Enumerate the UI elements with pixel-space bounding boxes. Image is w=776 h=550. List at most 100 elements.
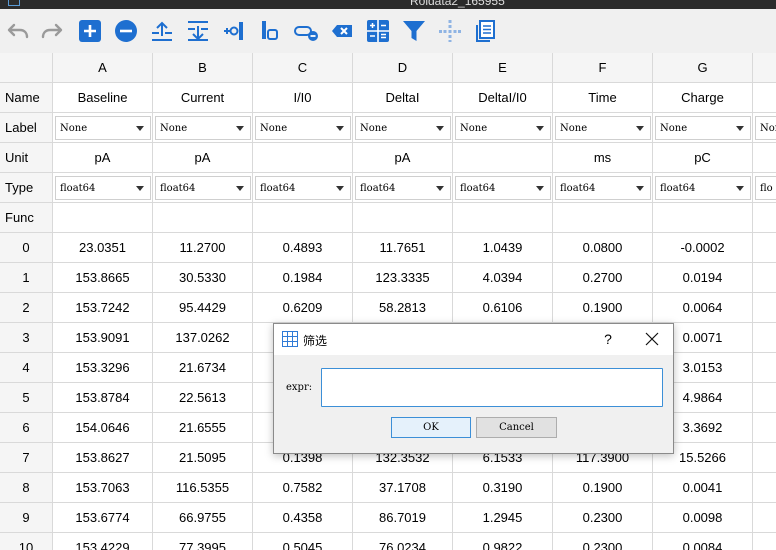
table-cell[interactable]: 37.1708	[353, 473, 453, 503]
table-cell[interactable]: 21.6734	[153, 353, 253, 383]
table-cell[interactable]: -0.0002	[653, 233, 753, 263]
table-cell[interactable]: 4.0394	[453, 263, 553, 293]
table-cell[interactable]: 153.8784	[53, 383, 153, 413]
table-cell-partial[interactable]	[753, 473, 776, 503]
label-select[interactable]: None	[155, 116, 251, 140]
close-icon[interactable]	[642, 329, 662, 349]
help-button[interactable]: ?	[600, 329, 616, 349]
type-select[interactable]: float64	[455, 176, 551, 200]
table-cell[interactable]: 0.0064	[653, 293, 753, 323]
copy-icon[interactable]	[472, 17, 500, 45]
name-cell[interactable]: Time	[553, 83, 653, 113]
column-header-a[interactable]: A	[53, 53, 153, 83]
column-header-g[interactable]: G	[653, 53, 753, 83]
table-cell[interactable]: 66.9755	[153, 503, 253, 533]
type-select[interactable]: float64	[555, 176, 651, 200]
table-cell[interactable]: 153.7063	[53, 473, 153, 503]
cancel-button[interactable]: Cancel	[476, 417, 557, 438]
table-cell[interactable]: 58.2813	[353, 293, 453, 323]
table-cell[interactable]: 21.6555	[153, 413, 253, 443]
table-cell[interactable]: 0.0800	[553, 233, 653, 263]
ok-button[interactable]: OK	[391, 417, 471, 438]
table-cell[interactable]: 1.2945	[453, 503, 553, 533]
label-select[interactable]: None	[455, 116, 551, 140]
table-cell[interactable]: 0.2300	[553, 503, 653, 533]
table-cell[interactable]: 153.8627	[53, 443, 153, 473]
filter-icon[interactable]	[400, 17, 428, 45]
row-index[interactable]: 9	[0, 503, 53, 533]
row-index[interactable]: 1	[0, 263, 53, 293]
table-cell[interactable]: 0.6106	[453, 293, 553, 323]
table-cell[interactable]: 153.4229	[53, 533, 153, 550]
row-index[interactable]: 0	[0, 233, 53, 263]
table-cell[interactable]: 0.1900	[553, 473, 653, 503]
table-cell[interactable]: 0.0194	[653, 263, 753, 293]
table-cell-partial[interactable]	[753, 263, 776, 293]
func-cell[interactable]	[253, 203, 353, 233]
expr-input[interactable]	[321, 368, 663, 407]
label-select[interactable]: None	[555, 116, 651, 140]
table-cell[interactable]: 116.5355	[153, 473, 253, 503]
remove-icon[interactable]	[112, 17, 140, 45]
table-cell-partial[interactable]	[753, 503, 776, 533]
row-icon[interactable]	[256, 17, 284, 45]
table-cell[interactable]: 137.0262	[153, 323, 253, 353]
unit-cell[interactable]: pA	[353, 143, 453, 173]
row-index[interactable]: 8	[0, 473, 53, 503]
row-index[interactable]: 7	[0, 443, 53, 473]
grid-icon[interactable]	[436, 17, 464, 45]
table-cell-partial[interactable]	[753, 443, 776, 473]
table-cell[interactable]: 153.3296	[53, 353, 153, 383]
table-cell[interactable]: 0.6209	[253, 293, 353, 323]
table-cell[interactable]: 153.7242	[53, 293, 153, 323]
row-index[interactable]: 10	[0, 533, 53, 550]
type-select[interactable]: float64	[55, 176, 151, 200]
row-index[interactable]: 3	[0, 323, 53, 353]
column-header-f[interactable]: F	[553, 53, 653, 83]
table-cell[interactable]: 0.2700	[553, 263, 653, 293]
unit-cell[interactable]	[253, 143, 353, 173]
corner-cell[interactable]	[0, 53, 53, 83]
type-select[interactable]: float64	[355, 176, 451, 200]
func-cell[interactable]	[553, 203, 653, 233]
table-cell[interactable]: 0.1984	[253, 263, 353, 293]
table-cell[interactable]: 0.4358	[253, 503, 353, 533]
func-cell[interactable]	[153, 203, 253, 233]
row-index[interactable]: 4	[0, 353, 53, 383]
table-cell-partial[interactable]	[753, 233, 776, 263]
func-cell-partial[interactable]	[753, 203, 776, 233]
table-cell[interactable]: 153.6774	[53, 503, 153, 533]
column-header-partial[interactable]	[753, 53, 776, 83]
row-index[interactable]: 5	[0, 383, 53, 413]
table-cell[interactable]: 86.7019	[353, 503, 453, 533]
func-cell[interactable]	[353, 203, 453, 233]
unit-cell[interactable]: pC	[653, 143, 753, 173]
table-cell[interactable]: 0.0084	[653, 533, 753, 550]
add-icon[interactable]	[76, 17, 104, 45]
name-cell-partial[interactable]	[753, 83, 776, 113]
table-cell-partial[interactable]	[753, 293, 776, 323]
table-cell-partial[interactable]	[753, 413, 776, 443]
table-cell[interactable]: 22.5613	[153, 383, 253, 413]
label-select[interactable]: None	[255, 116, 351, 140]
table-cell-partial[interactable]	[753, 383, 776, 413]
table-cell[interactable]: 95.4429	[153, 293, 253, 323]
row-index[interactable]: 6	[0, 413, 53, 443]
table-cell[interactable]: 11.2700	[153, 233, 253, 263]
column-header-e[interactable]: E	[453, 53, 553, 83]
unit-cell-partial[interactable]	[753, 143, 776, 173]
func-cell[interactable]	[53, 203, 153, 233]
name-cell[interactable]: DeltaI	[353, 83, 453, 113]
type-select[interactable]: float64	[155, 176, 251, 200]
table-cell[interactable]: 0.2300	[553, 533, 653, 550]
type-select-partial[interactable]: flo	[755, 176, 776, 200]
label-select[interactable]: None	[355, 116, 451, 140]
link-icon[interactable]	[292, 17, 320, 45]
type-select[interactable]: float64	[255, 176, 351, 200]
table-cell[interactable]: 0.3190	[453, 473, 553, 503]
func-cell[interactable]	[653, 203, 753, 233]
table-cell[interactable]: 0.0041	[653, 473, 753, 503]
name-cell[interactable]: Baseline	[53, 83, 153, 113]
download-icon[interactable]	[184, 17, 212, 45]
name-cell[interactable]: I/I0	[253, 83, 353, 113]
